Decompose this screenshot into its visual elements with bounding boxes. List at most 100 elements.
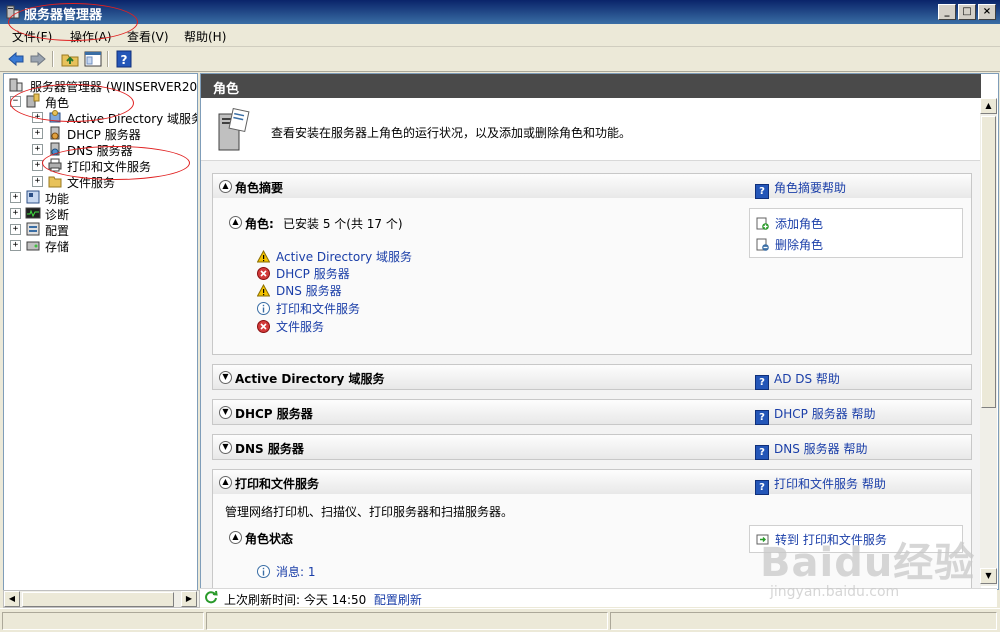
expand-toggle[interactable]: + (32, 128, 43, 139)
status-panel (610, 612, 997, 630)
role-link-dns[interactable]: DNS 服务器 (257, 282, 342, 299)
expand-toggle[interactable]: + (10, 192, 21, 203)
features-icon (26, 190, 40, 204)
scroll-thumb[interactable] (981, 116, 996, 408)
collapse-chevron-up-icon[interactable]: ▲ (229, 531, 242, 544)
toolbar: ? (0, 47, 1000, 72)
close-button[interactable]: × (978, 4, 996, 20)
scroll-up-icon[interactable]: ▲ (980, 98, 997, 114)
scroll-right-icon[interactable]: ▶ (181, 591, 197, 607)
warning-icon (257, 284, 270, 297)
expand-toggle[interactable]: + (32, 160, 43, 171)
collapse-chevron-up-icon[interactable]: ▲ (219, 180, 232, 193)
menu-action[interactable]: 操作(A) (70, 28, 112, 45)
role-link-print-file[interactable]: 打印和文件服务 (257, 300, 360, 317)
tree-horizontal-scrollbar[interactable]: ◀ ▶ (3, 590, 200, 608)
configuration-icon (26, 222, 40, 236)
watermark-logo-text: Baidu经验 (760, 540, 976, 586)
watermark-url: jingyan.baidu.com (770, 584, 900, 600)
error-icon (257, 267, 270, 280)
warning-icon (257, 250, 270, 263)
section-header[interactable]: ▼ Active Directory 域服务 ? AD DS 帮助 (213, 365, 971, 390)
tree-item-label: 文件服务 (67, 176, 116, 190)
expand-chevron-down-icon[interactable]: ▼ (219, 371, 232, 384)
section-header[interactable]: ▲ 打印和文件服务 ? 打印和文件服务 帮助 (213, 470, 971, 495)
section-title: DHCP 服务器 (235, 407, 313, 421)
menu-bar: 文件(F) 操作(A) 查看(V) 帮助(H) (0, 24, 1000, 47)
intro-banner: 查看安装在服务器上角色的运行状况，以及添加或删除角色和功能。 (201, 98, 981, 161)
info-icon (257, 565, 270, 578)
up-folder-icon[interactable] (60, 50, 80, 68)
help-icon[interactable]: ? (114, 50, 134, 68)
role-status-title: 角色状态 (245, 532, 294, 546)
expand-toggle[interactable]: + (10, 224, 21, 235)
role-link-file-services[interactable]: 文件服务 (257, 318, 324, 335)
status-bar (0, 608, 1000, 632)
dns-section[interactable]: ▼ DNS 服务器 ? DNS 服务器 帮助 (212, 434, 972, 460)
ad-ds-section[interactable]: ▼ Active Directory 域服务 ? AD DS 帮助 (212, 364, 972, 390)
menu-view[interactable]: 查看(V) (127, 28, 169, 45)
scroll-thumb[interactable] (22, 592, 174, 607)
scroll-left-icon[interactable]: ◀ (4, 591, 20, 607)
print-file-help-link[interactable]: ? 打印和文件服务 帮助 (755, 475, 886, 495)
expand-toggle[interactable]: + (10, 208, 21, 219)
role-summary-section: ▲ 角色摘要 ? 角色摘要帮助 ▲ 角色: 已安装 5 个(共 17 个) Act… (212, 173, 972, 355)
details-vertical-scrollbar[interactable]: ▲ ▼ (980, 98, 997, 586)
refresh-icon (205, 590, 218, 604)
section-header: ▲ 角色摘要 ? 角色摘要帮助 (213, 174, 971, 199)
configure-refresh-link[interactable]: 配置刷新 (374, 593, 422, 607)
storage-icon (26, 241, 40, 251)
menu-help[interactable]: 帮助(H) (184, 28, 226, 45)
expand-chevron-down-icon[interactable]: ▼ (219, 441, 232, 454)
back-arrow-icon[interactable] (6, 50, 26, 68)
window-title: 服务器管理器 (24, 8, 103, 23)
expand-toggle[interactable]: + (32, 112, 43, 123)
section-header[interactable]: ▼ DNS 服务器 ? DNS 服务器 帮助 (213, 435, 971, 460)
server-manager-icon (6, 5, 20, 19)
ad-ds-help-link[interactable]: ? AD DS 帮助 (755, 370, 840, 390)
maximize-button[interactable]: □ (958, 4, 976, 20)
expand-chevron-down-icon[interactable]: ▼ (219, 406, 232, 419)
help-icon: ? (755, 445, 769, 460)
section-title: DNS 服务器 (235, 442, 304, 456)
help-icon: ? (755, 410, 769, 425)
roles-count: 已安装 5 个(共 17 个) (283, 217, 403, 231)
add-roles-icon (756, 217, 769, 230)
dhcp-help-link[interactable]: ? DHCP 服务器 帮助 (755, 405, 876, 425)
menu-file[interactable]: 文件(F) (12, 28, 52, 45)
section-header[interactable]: ▼ DHCP 服务器 ? DHCP 服务器 帮助 (213, 400, 971, 425)
role-tasks-box: 添加角色 删除角色 (749, 208, 963, 258)
role-link-dhcp[interactable]: DHCP 服务器 (257, 265, 350, 282)
add-roles-link[interactable]: 添加角色 (756, 215, 823, 232)
help-icon: ? (755, 184, 769, 199)
expand-toggle[interactable]: + (32, 144, 43, 155)
console-tree[interactable]: 服务器管理器 (WINSERVER2008) − 角色 + Active Dir… (3, 73, 198, 592)
pane-header: 角色 (201, 74, 981, 98)
intro-text: 查看安装在服务器上角色的运行状况，以及添加或删除角色和功能。 (271, 126, 632, 140)
role-link-ad[interactable]: Active Directory 域服务 (257, 248, 412, 265)
collapse-chevron-up-icon[interactable]: ▲ (229, 216, 242, 229)
diagnostics-icon (25, 207, 41, 219)
show-hide-console-tree-icon[interactable] (83, 50, 103, 68)
tree-root-label: 服务器管理器 (WINSERVER2008) (30, 80, 198, 94)
roles-details-pane: 角色 查看安装在服务器上角色的运行状况，以及添加或删除角色和功能。 ▲ 角色摘要… (200, 73, 999, 590)
tree-item-label: Active Directory 域服务 (67, 112, 198, 126)
section-title: 角色摘要 (235, 181, 284, 195)
file-services-icon (48, 176, 62, 188)
expand-toggle[interactable]: + (32, 176, 43, 187)
toolbar-separator (52, 51, 54, 67)
dhcp-section[interactable]: ▼ DHCP 服务器 ? DHCP 服务器 帮助 (212, 399, 972, 425)
minimize-button[interactable]: _ (938, 4, 956, 20)
role-summary-help-link[interactable]: ? 角色摘要帮助 (755, 179, 846, 199)
section-description: 管理网络打印机、扫描仪、打印服务器和扫描服务器。 (225, 505, 514, 519)
help-icon: ? (755, 480, 769, 495)
collapse-chevron-up-icon[interactable]: ▲ (219, 476, 232, 489)
active-directory-icon (49, 110, 61, 123)
messages-link[interactable]: 消息: 1 (257, 563, 316, 580)
collapse-toggle[interactable]: − (10, 96, 21, 107)
forward-arrow-icon[interactable] (28, 50, 48, 68)
tree-item-label: DHCP 服务器 (67, 128, 141, 142)
expand-toggle[interactable]: + (10, 240, 21, 251)
remove-roles-link[interactable]: 删除角色 (756, 236, 823, 253)
dns-help-link[interactable]: ? DNS 服务器 帮助 (755, 440, 867, 460)
